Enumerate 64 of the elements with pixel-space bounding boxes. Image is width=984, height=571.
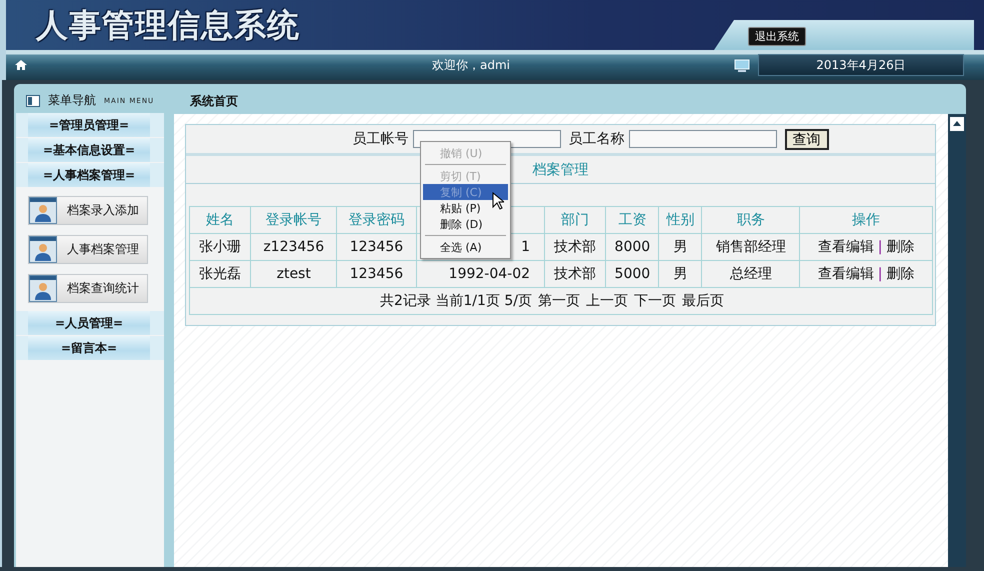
query-button[interactable]: 查询 [784,128,828,150]
page-link[interactable]: 第一页 [538,293,580,309]
sidebar-title: 菜单导航 [48,92,96,109]
table-cell: 男 [658,260,702,288]
column-header: 登录帐号 [250,206,337,234]
menu-icon [26,94,40,106]
menu-group[interactable]: =基本信息设置= [16,138,164,162]
person-card-icon [29,236,57,263]
table-cell: 8000 [606,234,659,260]
table-cell: 男 [658,234,702,260]
menu-group[interactable]: =人事档案管理= [16,163,164,187]
field-label: 员工名称 [568,130,624,148]
table-cell: 123456 [336,234,416,260]
menu-item[interactable]: 档案录入添加 [28,196,148,225]
table-cell: z123456 [250,234,337,260]
table-cell: ztest [250,260,337,288]
edit-link[interactable]: 查看编辑 [818,266,874,282]
scrollbar[interactable] [948,114,966,567]
column-header: 性别 [658,206,702,234]
link-separator: | [878,266,882,282]
monitor-icon [734,58,750,72]
person-card-icon [29,275,57,302]
column-header: 工资 [606,206,659,234]
date-display: 2013年4月26日 [758,54,964,76]
delete-link[interactable]: 删除 [886,239,914,255]
table-cell: 张光磊 [190,260,251,288]
mouse-cursor-icon [492,192,504,210]
page-link[interactable]: 最后页 [682,293,724,309]
table-cell: 总经理 [702,260,800,288]
column-header: 职务 [702,206,800,234]
menu-item[interactable]: 档案查询统计 [28,274,148,303]
column-header: 操作 [800,206,932,234]
page-link[interactable]: 上一页 [586,293,628,309]
column-header: 登录密码 [336,206,416,234]
table-cell: 技术部 [544,260,606,288]
welcome-text: 欢迎你，admi [431,56,511,74]
record-summary: 共2记录 当前1/1页 5/页 [380,293,532,309]
edit-link[interactable]: 查看编辑 [818,239,874,255]
logout-button[interactable]: 退出系统 [748,27,806,46]
table-cell: 销售部经理 [702,234,800,260]
table-cell: 5000 [606,260,659,288]
table-cell: 技术部 [544,234,606,260]
page-link[interactable]: 下一页 [634,293,676,309]
column-header: 部门 [544,206,606,234]
menu-group[interactable]: =留言本= [16,336,164,360]
field-label: 员工帐号 [352,130,408,148]
table-cell: 123456 [336,260,416,288]
system-title: 人事管理信息系统 [36,5,300,46]
context-menu-item[interactable]: 删除 (D) [423,216,508,232]
delete-link[interactable]: 删除 [886,266,914,282]
link-separator: | [878,239,882,255]
column-header: 姓名 [190,206,251,234]
input-field[interactable] [628,130,776,148]
table-cell: 1992-04-02 [416,260,545,288]
menu-group[interactable]: =管理员管理= [16,113,164,137]
breadcrumb: 系统首页 [189,92,239,110]
table-cell: 张小珊 [190,234,251,260]
home-icon[interactable] [14,59,28,71]
menu-item[interactable]: 人事档案管理 [28,235,148,264]
context-menu-item[interactable]: 粘贴 (P) [423,200,508,216]
menu-group[interactable]: =人员管理= [16,311,164,335]
person-card-icon [29,197,57,224]
context-menu-item[interactable]: 全选 (A) [423,239,508,255]
scroll-up-icon[interactable] [950,117,964,131]
